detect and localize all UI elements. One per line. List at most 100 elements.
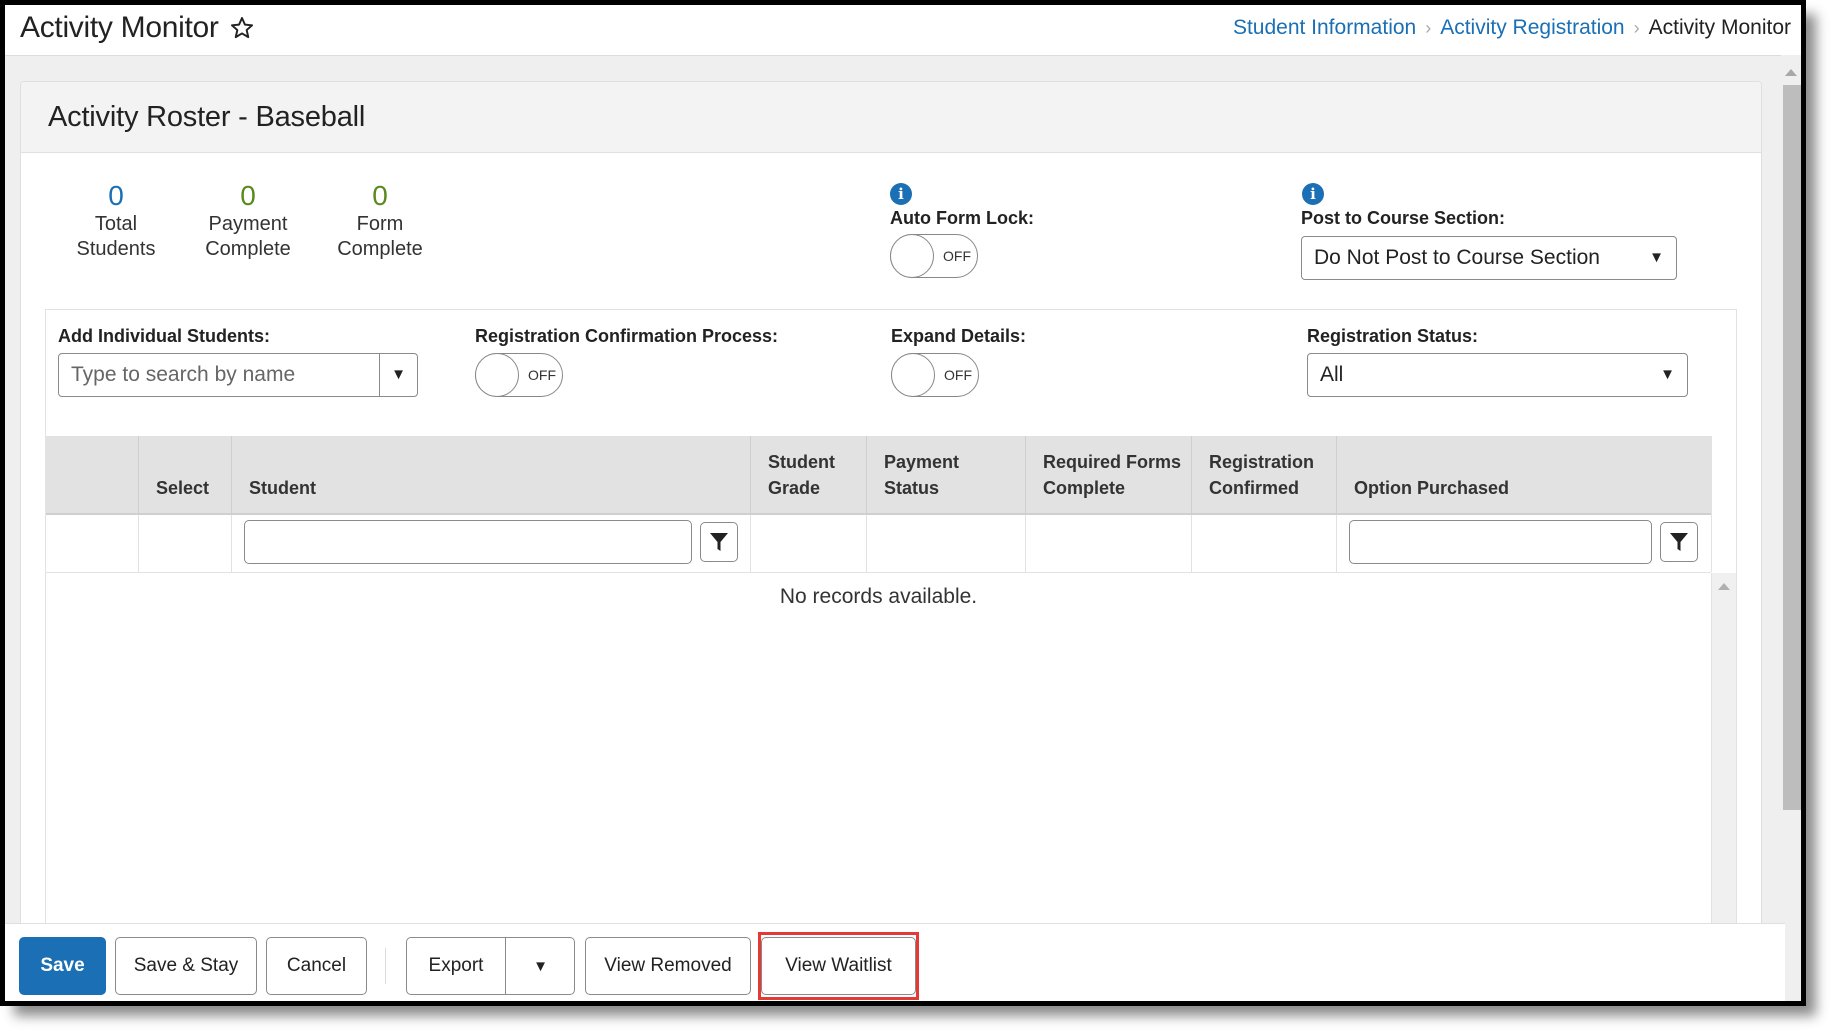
stat-total-students: 0 Total Students [56, 180, 176, 262]
panel-title: Activity Roster - Baseball [21, 82, 1761, 153]
breadcrumb-activity-monitor: Activity Monitor [1648, 16, 1791, 39]
export-button[interactable]: Export [407, 955, 505, 977]
post-to-course-select[interactable]: Do Not Post to Course Section ▼ [1301, 236, 1677, 280]
column-header-label: Registration Confirmed [1209, 452, 1315, 498]
breadcrumb-student-information[interactable]: Student Information [1233, 16, 1416, 40]
registration-status-value: All [1320, 363, 1344, 386]
breadcrumb-separator-icon: › [1425, 17, 1432, 38]
activity-roster-panel: Activity Roster - Baseball 0 Total Stude… [20, 81, 1762, 933]
view-removed-button[interactable]: View Removed [585, 937, 751, 995]
stat-label: Complete [205, 238, 291, 260]
expand-details-toggle[interactable]: OFF [891, 353, 979, 397]
expand-details-label: Expand Details: [891, 326, 1027, 346]
column-header-label: Payment Status [884, 452, 960, 498]
column-header-option-purchased[interactable]: Option Purchased [1336, 436, 1711, 513]
grid-filter-row [46, 515, 1711, 573]
registration-confirmation-toggle[interactable]: OFF [475, 353, 563, 397]
breadcrumb-activity-registration[interactable]: Activity Registration [1440, 16, 1624, 40]
column-header-label: Student [249, 478, 316, 498]
save-and-stay-button[interactable]: Save & Stay [115, 937, 257, 995]
grid-scrollbar[interactable] [1711, 573, 1736, 932]
column-header-required-forms-complete[interactable]: Required Forms Complete [1025, 436, 1191, 513]
breadcrumb-separator-icon: › [1633, 17, 1640, 38]
column-header-select[interactable]: Select [138, 436, 231, 513]
auto-form-lock-toggle[interactable]: OFF [890, 234, 978, 278]
page-title-text: Activity Monitor [20, 11, 219, 44]
export-menu-chevron-down-icon[interactable]: ▼ [506, 958, 575, 975]
post-to-course-label: Post to Course Section: [1301, 208, 1506, 228]
column-header-student[interactable]: Student [231, 436, 750, 513]
student-filter-input[interactable] [244, 520, 692, 564]
stat-form-complete-value: 0 [372, 180, 388, 211]
column-header-label: Required Forms Complete [1043, 452, 1182, 498]
page-header: Activity Monitor Student Information › A… [5, 5, 1801, 56]
filter-cell [750, 515, 866, 572]
stat-payment-complete: 0 Payment Complete [188, 180, 308, 262]
action-bar: Save Save & Stay Cancel Export ▼ View Re… [5, 923, 1785, 1001]
stat-label: Payment [208, 213, 288, 235]
stat-label: Students [76, 238, 156, 260]
add-students-label: Add Individual Students: [58, 326, 270, 346]
action-separator [385, 948, 386, 984]
grid-header-row: Select Student Student Grade Payment Statu… [46, 436, 1711, 515]
filter-cell [1191, 515, 1336, 572]
toggle-state: OFF [944, 367, 972, 383]
grid-header-gap [1711, 436, 1736, 572]
column-header-label: Option Purchased [1354, 478, 1510, 498]
export-split-button: Export ▼ [406, 937, 575, 995]
stat-total-students-value: 0 [108, 180, 124, 211]
filter-cell [866, 515, 1025, 572]
stat-payment-complete-value: 0 [240, 180, 256, 211]
page-title: Activity Monitor [20, 11, 255, 45]
cancel-button[interactable]: Cancel [266, 937, 367, 995]
column-header-expand [46, 436, 138, 513]
save-button[interactable]: Save [19, 937, 106, 995]
toggle-knob [475, 353, 519, 397]
scroll-up-arrow-icon[interactable] [1718, 583, 1730, 590]
breadcrumb: Student Information › Activity Registrat… [1233, 16, 1791, 40]
column-header-registration-confirmed[interactable]: Registration Confirmed [1191, 436, 1336, 513]
auto-form-lock-label: Auto Form Lock: [890, 208, 1034, 228]
filter-funnel-icon [710, 533, 728, 551]
add-students-search-input[interactable] [59, 354, 379, 396]
scrollbar-thumb[interactable] [1783, 85, 1801, 810]
toggle-state: OFF [528, 367, 556, 383]
chevron-down-icon: ▼ [1660, 366, 1675, 383]
filter-cell [46, 515, 138, 572]
post-to-course-info-icon[interactable]: i [1302, 183, 1324, 205]
registration-status-label: Registration Status: [1307, 326, 1479, 346]
registration-confirmation-label: Registration Confirmation Process: [475, 326, 779, 346]
chevron-down-icon: ▼ [1649, 249, 1664, 266]
no-records-message: No records available. [779, 585, 978, 608]
column-header-label: Select [156, 478, 210, 498]
toggle-state: OFF [943, 248, 971, 264]
post-to-course-value: Do Not Post to Course Section [1314, 246, 1600, 269]
roster-filter-area: Add Individual Students: ▼ Registration … [45, 309, 1737, 932]
stat-label: Complete [337, 238, 423, 260]
registration-status-select[interactable]: All ▼ [1307, 353, 1688, 397]
add-students-combobox[interactable]: ▼ [58, 353, 418, 397]
auto-form-lock-info-icon[interactable]: i [890, 183, 912, 205]
scroll-up-arrow-icon[interactable] [1785, 69, 1797, 76]
toggle-knob [890, 234, 934, 278]
stat-label: Total [94, 213, 138, 235]
app-window: Activity Monitor Student Information › A… [0, 0, 1806, 1006]
toggle-knob [891, 353, 935, 397]
chevron-down-icon: ▼ [391, 366, 406, 383]
filter-cell-student [231, 515, 750, 572]
column-header-student-grade[interactable]: Student Grade [750, 436, 866, 513]
option-purchased-filter-button[interactable] [1660, 522, 1698, 562]
filter-funnel-icon [1670, 533, 1688, 551]
column-header-label: Student Grade [768, 452, 835, 498]
option-purchased-filter-input[interactable] [1349, 520, 1652, 564]
stat-label: Form [356, 213, 404, 235]
view-waitlist-button[interactable]: View Waitlist [761, 937, 916, 995]
column-header-payment-status[interactable]: Payment Status [866, 436, 1025, 513]
stat-form-complete: 0 Form Complete [320, 180, 440, 262]
add-students-dropdown-button[interactable]: ▼ [379, 354, 417, 396]
student-filter-button[interactable] [700, 522, 738, 562]
filter-cell [1025, 515, 1191, 572]
grid-body: No records available. [46, 573, 1711, 932]
page-scrollbar[interactable] [1781, 55, 1801, 923]
favorite-star-icon[interactable] [229, 15, 255, 41]
